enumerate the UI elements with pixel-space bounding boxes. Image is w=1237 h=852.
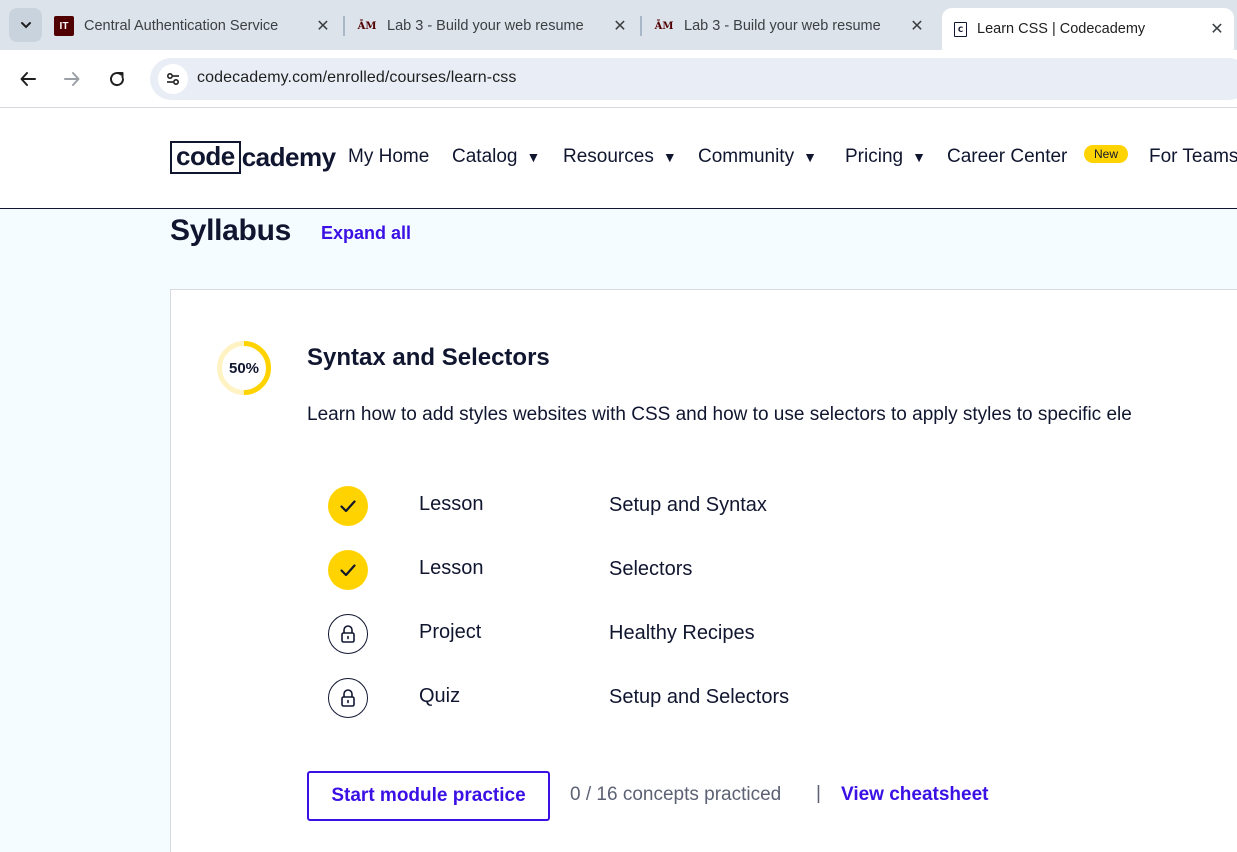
site-info-button[interactable] <box>158 64 188 94</box>
nav-label: Catalog <box>452 146 518 167</box>
codecademy-logo[interactable]: code cademy <box>170 140 336 174</box>
view-cheatsheet-link[interactable]: View cheatsheet <box>841 784 989 806</box>
tamu-favicon-icon: ĀM <box>654 20 674 32</box>
close-icon[interactable]: ✕ <box>1208 20 1226 38</box>
nav-career-center[interactable]: Career Center <box>947 146 1067 168</box>
tab-title: Learn CSS | Codecademy <box>977 21 1146 37</box>
tab-title: Lab 3 - Build your web resume <box>387 18 584 34</box>
caret-down-icon: ▼ <box>662 149 677 165</box>
syllabus-item[interactable]: Quiz Setup and Selectors <box>328 678 1028 718</box>
logo-text: cademy <box>241 141 336 172</box>
reload-button[interactable] <box>102 64 132 94</box>
tab-title: Lab 3 - Build your web resume <box>684 18 881 34</box>
close-icon[interactable]: ✕ <box>314 17 332 35</box>
url-text[interactable]: codecademy.com/enrolled/courses/learn-cs… <box>197 69 517 87</box>
caret-down-icon: ▼ <box>803 149 817 165</box>
expand-all-button[interactable]: Expand all <box>321 223 411 244</box>
syllabus-item[interactable]: Lesson Setup and Syntax <box>328 486 1028 526</box>
address-bar[interactable]: codecademy.com/enrolled/courses/learn-cs… <box>150 58 1237 100</box>
item-type: Lesson <box>419 557 484 579</box>
concepts-practiced-text: 0 / 16 concepts practiced <box>570 784 782 805</box>
site-header: code cademy My Home Catalog ▼ Resources … <box>0 108 1237 209</box>
nav-label: Community <box>698 146 795 167</box>
progress-percent: 50% <box>228 359 260 377</box>
tab-search-button[interactable] <box>9 8 42 42</box>
codecademy-favicon-icon: c <box>954 21 967 37</box>
arrow-right-icon <box>64 72 80 86</box>
nav-label: For Teams <box>1149 146 1237 167</box>
item-name[interactable]: Setup and Syntax <box>609 494 767 517</box>
caret-down-icon: ▼ <box>526 149 541 165</box>
logo-boxed-text: code <box>170 140 241 174</box>
item-name[interactable]: Setup and Selectors <box>609 686 789 709</box>
close-icon[interactable]: ✕ <box>611 17 629 35</box>
browser-tab-strip: IT Central Authentication Service ✕ ĀM L… <box>0 0 1237 50</box>
tamu-favicon-icon: ĀM <box>357 20 377 32</box>
nav-label: Resources <box>563 146 654 167</box>
tab-separator <box>640 16 642 36</box>
it-favicon-icon: IT <box>54 16 74 36</box>
back-button[interactable] <box>13 64 43 94</box>
nav-label: Career Center <box>947 146 1068 167</box>
item-name[interactable]: Healthy Recipes <box>609 622 755 645</box>
tab-title: Central Authentication Service <box>84 18 279 34</box>
nav-my-home[interactable]: My Home <box>348 146 429 168</box>
arrow-left-icon <box>20 72 36 86</box>
module-description: Learn how to add styles websites with CS… <box>307 404 1132 425</box>
forward-button[interactable] <box>57 64 87 94</box>
lock-icon <box>328 678 368 718</box>
tab-central-auth[interactable]: IT Central Authentication Service ✕ <box>54 8 340 44</box>
start-module-practice-button[interactable]: Start module practice <box>307 771 550 821</box>
lock-icon <box>328 614 368 654</box>
browser-toolbar: codecademy.com/enrolled/courses/learn-cs… <box>0 50 1237 108</box>
syllabus-title: Syllabus <box>170 214 291 247</box>
reload-icon <box>110 72 125 87</box>
syllabus-item[interactable]: Lesson Selectors <box>328 550 1028 590</box>
tab-separator <box>343 16 345 36</box>
module-title[interactable]: Syntax and Selectors <box>307 344 550 372</box>
item-name[interactable]: Selectors <box>609 558 692 581</box>
nav-label: Pricing <box>845 146 904 167</box>
divider: | <box>816 783 821 804</box>
tune-icon <box>166 72 180 86</box>
nav-for-teams[interactable]: For Teams <box>1149 146 1237 168</box>
caret-down-icon: ▼ <box>912 149 926 165</box>
tab-lab3-a[interactable]: ĀM Lab 3 - Build your web resume ✕ <box>357 8 637 44</box>
nav-label: My Home <box>348 146 430 167</box>
nav-community[interactable]: Community ▼ <box>698 146 817 168</box>
item-type: Lesson <box>419 493 484 515</box>
nav-catalog[interactable]: Catalog ▼ <box>452 146 540 168</box>
chevron-down-icon <box>20 22 31 29</box>
completed-check-icon <box>328 550 368 590</box>
tab-learn-css[interactable]: c Learn CSS | Codecademy ✕ <box>942 8 1234 50</box>
nav-resources[interactable]: Resources ▼ <box>563 146 677 168</box>
completed-check-icon <box>328 486 368 526</box>
new-badge: New <box>1084 145 1129 163</box>
item-type: Quiz <box>419 685 461 707</box>
close-icon[interactable]: ✕ <box>908 17 926 35</box>
syllabus-item[interactable]: Project Healthy Recipes <box>328 614 1028 654</box>
nav-pricing[interactable]: Pricing ▼ <box>845 146 926 168</box>
item-type: Project <box>419 621 482 643</box>
module-card: 50% Syntax and Selectors Learn how to ad… <box>170 289 1237 852</box>
tab-lab3-b[interactable]: ĀM Lab 3 - Build your web resume ✕ <box>654 8 934 44</box>
